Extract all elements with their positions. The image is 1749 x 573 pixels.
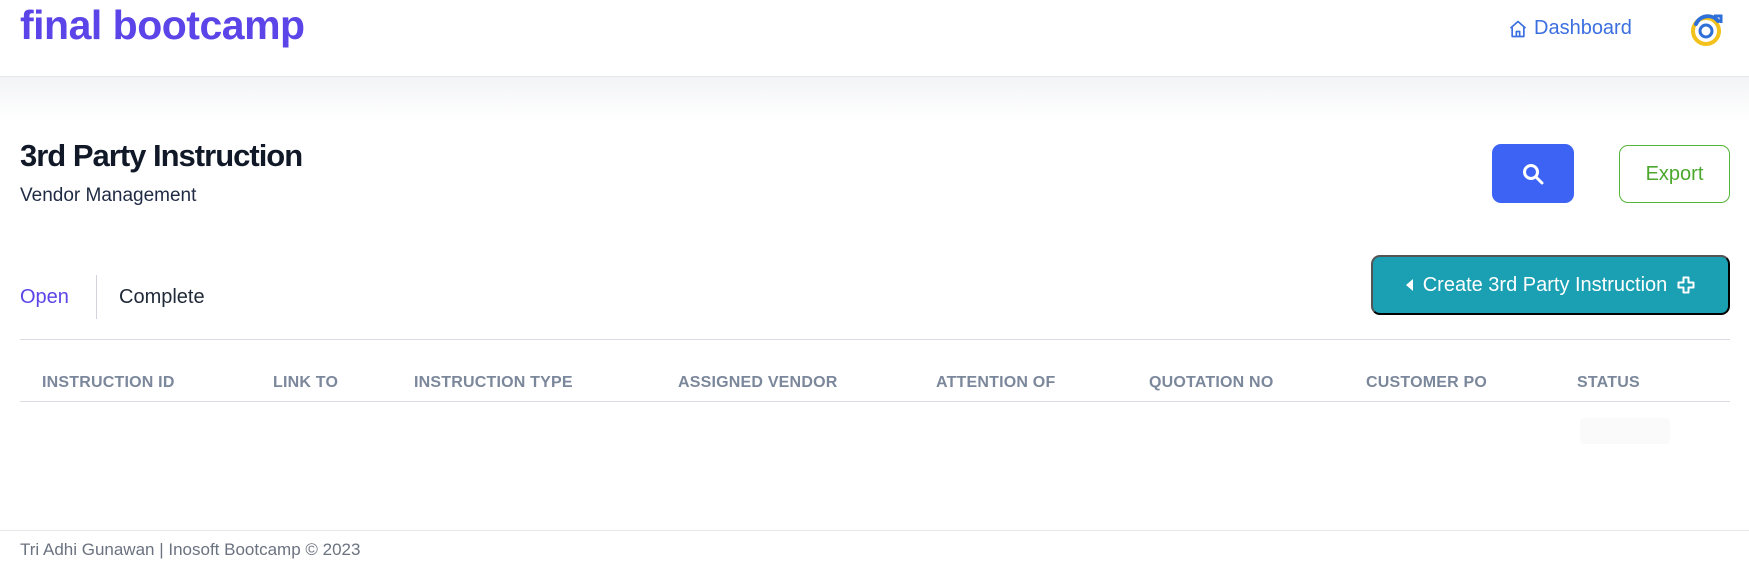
page-subtitle: Vendor Management: [20, 185, 197, 206]
search-button[interactable]: [1492, 144, 1574, 203]
tab-complete[interactable]: Complete: [119, 275, 205, 319]
section-divider: [20, 339, 1730, 340]
plus-icon: [1677, 276, 1695, 294]
column-header-link-to[interactable]: LINK TO: [273, 374, 338, 392]
page-footer: Tri Adhi Gunawan | Inosoft Bootcamp © 20…: [0, 530, 1749, 573]
nav-dashboard-link[interactable]: Dashboard: [1508, 17, 1632, 40]
instruction-table-header: INSTRUCTION ID LINK TO INSTRUCTION TYPE …: [20, 368, 1730, 402]
caret-left-icon: [1405, 279, 1413, 291]
user-avatar-icon[interactable]: [1688, 12, 1724, 48]
column-header-instruction-id[interactable]: INSTRUCTION ID: [42, 374, 175, 392]
column-header-instruction-type[interactable]: INSTRUCTION TYPE: [414, 374, 573, 392]
column-header-status[interactable]: STATUS: [1577, 374, 1640, 392]
column-header-assigned-vendor[interactable]: ASSIGNED VENDOR: [678, 374, 837, 392]
create-instruction-button[interactable]: Create 3rd Party Instruction: [1371, 255, 1730, 315]
column-header-quotation-no[interactable]: QUOTATION NO: [1149, 374, 1273, 392]
home-icon: [1509, 20, 1527, 37]
footer-text: Tri Adhi Gunawan | Inosoft Bootcamp © 20…: [20, 540, 361, 559]
export-button[interactable]: Export: [1619, 145, 1730, 203]
table-empty-placeholder: [1580, 418, 1670, 444]
nav-dashboard-label: Dashboard: [1534, 17, 1632, 39]
header-shadow: [0, 77, 1749, 122]
top-navbar: final bootcamp Dashboard: [0, 0, 1749, 77]
column-header-customer-po[interactable]: CUSTOMER PO: [1366, 374, 1487, 392]
create-instruction-label: Create 3rd Party Instruction: [1422, 273, 1668, 296]
tab-divider: [96, 275, 97, 319]
search-icon: [1523, 163, 1544, 184]
page-title: 3rd Party Instruction: [20, 138, 303, 173]
column-header-attention-of[interactable]: ATTENTION OF: [936, 374, 1055, 392]
brand-logo-text[interactable]: final bootcamp: [20, 2, 305, 49]
tab-open[interactable]: Open: [20, 275, 69, 319]
